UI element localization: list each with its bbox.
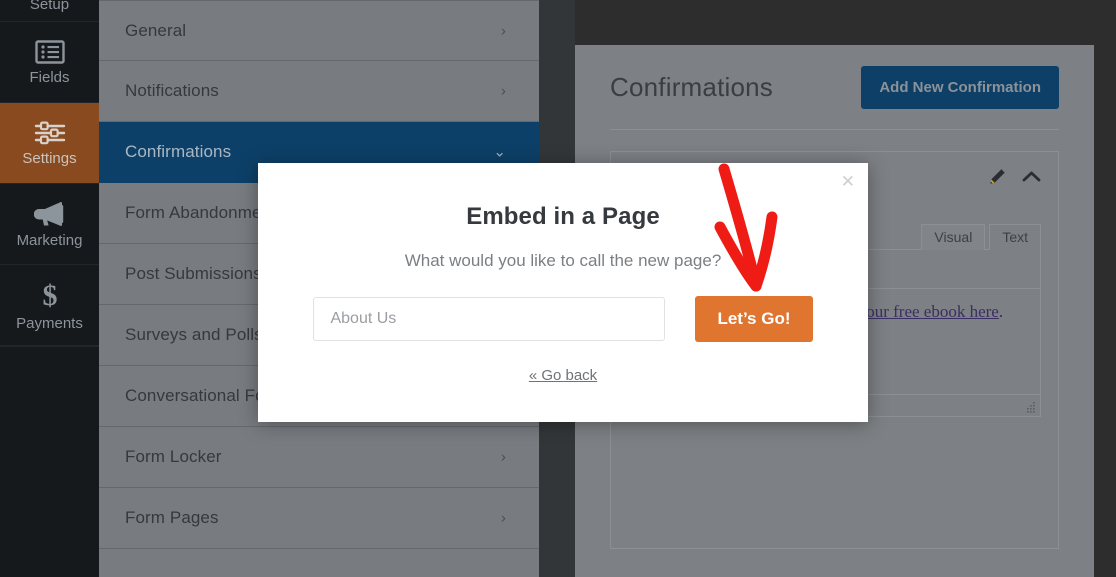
settings-menu-item-form-pages[interactable]: Form Pages › bbox=[99, 488, 539, 549]
menu-item-label: Confirmations bbox=[125, 142, 232, 161]
menu-item-label: Form Abandonment bbox=[125, 203, 276, 222]
chevron-right-icon: › bbox=[500, 448, 506, 466]
icon-sidebar: Setup Fields Settings Marketing $ Paymen… bbox=[0, 0, 99, 577]
modal-subtitle: What would you like to call the new page… bbox=[404, 251, 722, 270]
embed-in-a-page-modal: ✕ Embed in a Page What would you like to… bbox=[258, 163, 868, 422]
sidebar-item-label: Marketing bbox=[16, 231, 83, 249]
editor-tabs: Visual Text bbox=[921, 224, 1041, 250]
settings-menu-item-notifications[interactable]: Notifications › bbox=[99, 61, 539, 122]
page-name-input[interactable] bbox=[313, 297, 666, 341]
page-title: Confirmations bbox=[610, 71, 773, 102]
sidebar-item-fields[interactable]: Fields bbox=[0, 22, 99, 103]
menu-item-label: Notifications bbox=[125, 81, 219, 100]
modal-title: Embed in a Page bbox=[466, 203, 660, 230]
menu-item-label: General bbox=[125, 20, 187, 40]
pencil-icon[interactable] bbox=[989, 168, 1006, 185]
lets-go-button[interactable]: Let’s Go! bbox=[695, 296, 813, 342]
sidebar-item-payments[interactable]: $ Payments bbox=[0, 265, 99, 346]
settings-menu-item-partial[interactable] bbox=[99, 549, 539, 577]
svg-text:$: $ bbox=[42, 280, 57, 310]
sidebar-item-settings[interactable]: Settings bbox=[0, 103, 99, 184]
modal-form: Let’s Go! bbox=[258, 296, 868, 342]
sidebar-item-label: Fields bbox=[29, 68, 70, 86]
settings-menu-item-general[interactable]: General › bbox=[99, 0, 539, 61]
menu-item-label: Form Locker bbox=[125, 447, 222, 466]
sidebar-item-label: Setup bbox=[29, 0, 70, 13]
add-new-confirmation-button[interactable]: Add New Confirmation bbox=[861, 65, 1059, 109]
sidebar-item-marketing[interactable]: Marketing bbox=[0, 184, 99, 265]
tab-text[interactable]: Text bbox=[989, 224, 1041, 250]
go-back-link[interactable]: « Go back bbox=[258, 367, 868, 384]
editor-text-suffix: . bbox=[998, 302, 1004, 321]
chevron-down-icon: ⌄ bbox=[493, 143, 506, 161]
settings-menu-item-form-locker[interactable]: Form Locker › bbox=[99, 427, 539, 488]
resize-grip-icon[interactable] bbox=[1025, 402, 1036, 413]
card-actions bbox=[989, 168, 1041, 185]
content-header: Confirmations Add New Confirmation bbox=[610, 45, 1059, 130]
menu-item-label: Surveys and Polls bbox=[125, 325, 263, 344]
chevron-right-icon: › bbox=[500, 22, 506, 39]
menu-item-label: Post Submissions bbox=[125, 264, 262, 283]
sliders-icon bbox=[34, 121, 66, 145]
sidebar-item-label: Payments bbox=[16, 314, 83, 332]
chevron-right-icon: › bbox=[500, 82, 506, 100]
dollar-icon: $ bbox=[39, 279, 61, 312]
tab-visual[interactable]: Visual bbox=[921, 224, 986, 250]
fields-icon bbox=[34, 39, 65, 64]
chevron-right-icon: › bbox=[500, 509, 506, 527]
sidebar-item-setup[interactable]: Setup bbox=[0, 0, 99, 22]
sidebar-item-label: Settings bbox=[22, 149, 77, 167]
close-icon[interactable]: ✕ bbox=[841, 173, 855, 190]
chevron-up-icon[interactable] bbox=[1022, 170, 1041, 183]
menu-item-label: Form Pages bbox=[125, 508, 219, 527]
sidebar-empty-area bbox=[0, 346, 99, 576]
wpforms-builder-screen: Setup Fields Settings Marketing $ Paymen… bbox=[0, 0, 1116, 577]
megaphone-icon bbox=[33, 201, 66, 227]
